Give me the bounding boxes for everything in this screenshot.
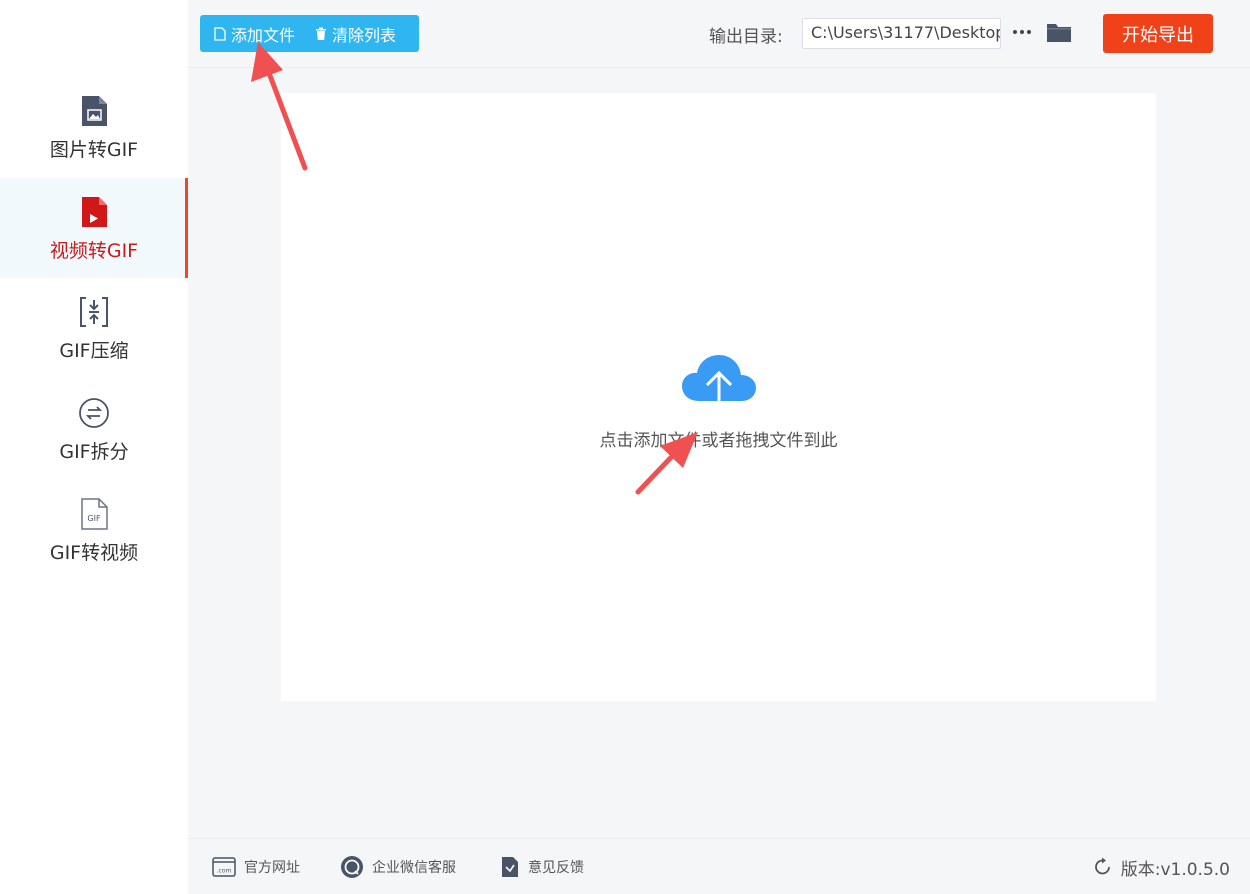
video-file-icon <box>77 194 111 230</box>
compress-icon <box>77 294 111 330</box>
wechat-icon <box>341 856 363 878</box>
file-dropzone[interactable]: 点击添加文件或者拖拽文件到此 <box>281 93 1156 701</box>
website-link[interactable]: .com 官方网址 <box>212 839 300 894</box>
feedback-label: 意见反馈 <box>528 860 584 876</box>
clear-list-button[interactable]: 清除列表 <box>305 15 406 52</box>
website-icon: .com <box>212 857 236 877</box>
image-file-icon <box>77 93 111 129</box>
dropzone-hint: 点击添加文件或者拖拽文件到此 <box>599 431 838 451</box>
svg-text:.com: .com <box>217 868 232 875</box>
version-info: 版本:v1.0.5.0 <box>1093 839 1230 894</box>
wechat-label: 企业微信客服 <box>372 860 456 876</box>
sidebar-item-label: 视频转GIF <box>49 239 139 262</box>
website-label: 官方网址 <box>244 860 300 876</box>
add-file-label: 添加文件 <box>231 25 296 45</box>
footer: .com 官方网址 企业微信客服 意见反馈 版本:v1.0.5.0 <box>188 838 1250 894</box>
start-export-button[interactable]: 开始导出 <box>1103 14 1213 53</box>
refresh-icon[interactable] <box>1093 857 1113 877</box>
gif-file-icon: GIF <box>77 496 111 532</box>
folder-icon <box>1047 24 1071 42</box>
main-panel: 添加文件 清除列表 输出目录: C:\Users\31177\Desktop 开… <box>188 0 1250 838</box>
cloud-upload-icon <box>682 355 756 413</box>
open-folder-button[interactable] <box>1046 20 1072 46</box>
file-button-group: 添加文件 清除列表 <box>200 15 419 52</box>
ellipsis-icon <box>1013 30 1031 34</box>
toolbar: 添加文件 清除列表 输出目录: C:\Users\31177\Desktop 开… <box>188 0 1250 68</box>
clear-list-label: 清除列表 <box>332 25 397 45</box>
add-file-button[interactable]: 添加文件 <box>200 15 305 52</box>
sidebar-item-label: 图片转GIF <box>49 138 139 161</box>
file-icon <box>214 26 226 41</box>
wechat-support-link[interactable]: 企业微信客服 <box>340 839 456 894</box>
sidebar-item-image-to-gif[interactable]: 图片转GIF <box>0 77 188 177</box>
version-label: 版本:v1.0.5.0 <box>1120 859 1230 880</box>
trash-icon <box>316 27 327 40</box>
sidebar-item-label: GIF拆分 <box>59 440 129 463</box>
more-options-button[interactable] <box>1010 20 1034 44</box>
sidebar-item-gif-compress[interactable]: GIF压缩 <box>0 278 188 378</box>
feedback-link[interactable]: 意见反馈 <box>500 839 584 894</box>
split-icon <box>77 395 111 431</box>
sidebar-item-gif-split[interactable]: GIF拆分 <box>0 379 188 479</box>
sidebar-item-video-to-gif[interactable]: 视频转GIF <box>0 178 188 278</box>
output-dir-label: 输出目录: <box>709 27 783 47</box>
feedback-icon <box>502 857 518 877</box>
sidebar-item-gif-to-video[interactable]: GIF GIF转视频 <box>0 480 188 580</box>
sidebar: 图片转GIF 视频转GIF GIF压缩 GIF拆分 GIF GIF转视频 <box>0 0 188 894</box>
svg-text:GIF: GIF <box>87 514 101 523</box>
sidebar-item-label: GIF转视频 <box>49 541 139 564</box>
sidebar-item-label: GIF压缩 <box>59 339 129 362</box>
output-path-field[interactable]: C:\Users\31177\Desktop <box>802 18 1001 49</box>
